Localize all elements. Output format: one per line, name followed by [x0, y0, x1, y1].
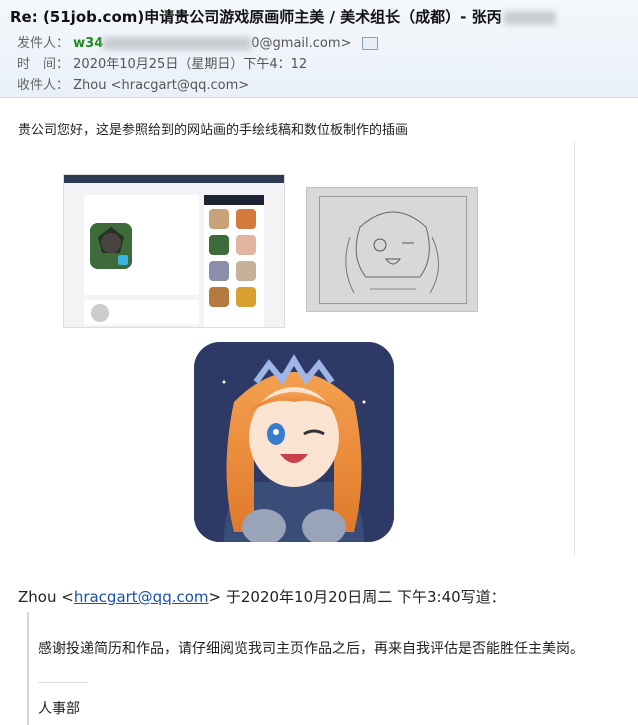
subject-tail: 丙	[486, 8, 502, 26]
to-row: 收件人： Zhou <hracgart@qq.com>	[17, 74, 249, 93]
website-screenshot-image[interactable]	[63, 174, 285, 328]
redacted-email	[103, 37, 252, 50]
email-header: Re: (51job.com)申请贵公司游戏原画师主美 / 美术组长（成都）- …	[0, 0, 638, 98]
contact-card-icon[interactable]	[361, 37, 378, 50]
time-label: 时 间：	[17, 57, 70, 72]
quoted-text: 感谢投递简历和作品，请仔细阅览我司主页作品之后，再来自我评估是否能胜任主美岗。	[38, 641, 584, 657]
to-value[interactable]: Zhou <hracgart@qq.com>	[73, 78, 249, 93]
subject-text: Re: (51job.com)申请贵公司游戏原画师主美 / 美术组长（成都）- …	[10, 8, 487, 26]
reply-email-link[interactable]: hracgart@qq.com	[74, 588, 209, 606]
pencil-sketch-image[interactable]	[306, 187, 478, 312]
from-email: 0@gmail.com>	[251, 36, 352, 51]
from-name[interactable]: w34	[73, 36, 103, 51]
reply-header: Zhou <hracgart@qq.com> 于2020年10月20日周二 下午…	[18, 586, 506, 607]
signature: 人事部	[38, 682, 88, 718]
from-label: 发件人：	[17, 36, 70, 51]
greeting-text: 贵公司您好，这是参照给到的网站画的手绘线稿和数位板制作的插画	[18, 123, 409, 138]
reply-suffix: > 于2020年10月20日周二 下午3:40写道：	[208, 588, 506, 606]
quoted-message: 感谢投递简历和作品，请仔细阅览我司主页作品之后，再来自我评估是否能胜任主美岗。 …	[27, 612, 638, 725]
time-value: 2020年10月25日（星期日）下午4：12	[73, 57, 308, 72]
anime-girl-illustration[interactable]	[194, 342, 394, 542]
app-icon-thumbnail	[90, 223, 132, 269]
attached-illustrations	[18, 142, 575, 556]
email-subject: Re: (51job.com)申请贵公司游戏原画师主美 / 美术组长（成都）- …	[10, 6, 556, 27]
reply-name: Zhou <	[18, 588, 74, 606]
to-label: 收件人：	[17, 78, 70, 93]
time-row: 时 间： 2020年10月25日（星期日）下午4：12	[17, 53, 307, 72]
from-row: 发件人： w34 0@gmail.com>	[17, 32, 378, 51]
redacted-name	[503, 10, 556, 25]
